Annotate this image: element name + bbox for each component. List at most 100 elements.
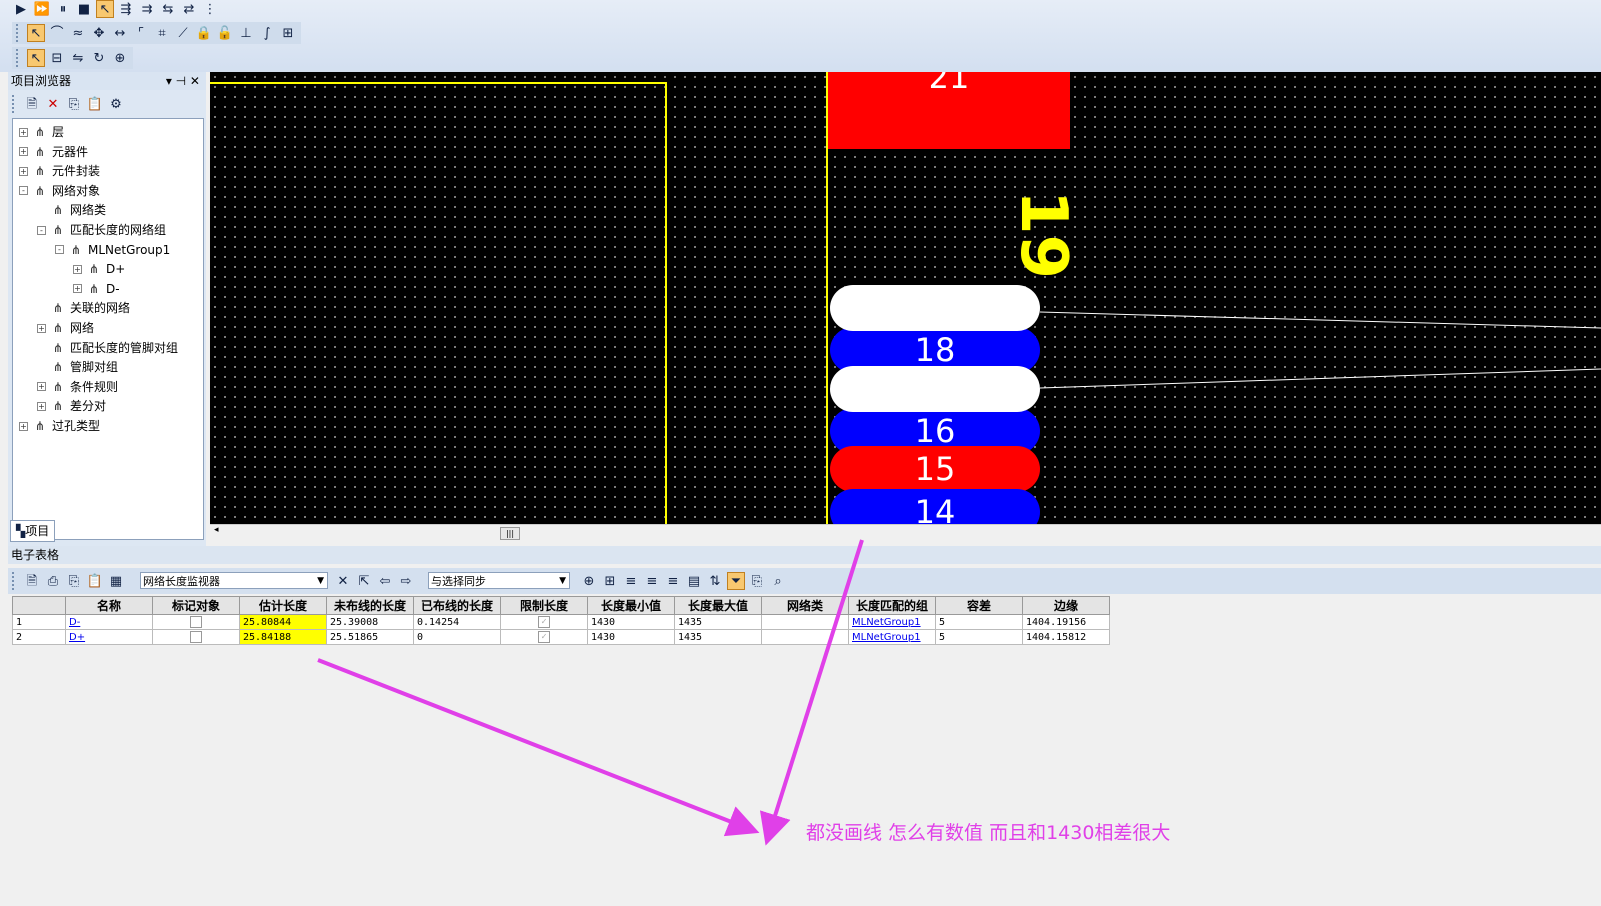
tree-item[interactable]: - ⋔ 匹配长度的网络组 xyxy=(37,221,166,239)
back-icon[interactable]: ⇦ xyxy=(376,572,394,590)
delete-icon[interactable]: ✕ xyxy=(44,95,62,113)
row-number[interactable]: 2 xyxy=(12,629,66,645)
tree-item[interactable]: + ⋔ D+ xyxy=(73,260,125,278)
column-header[interactable]: 限制长度 xyxy=(500,596,588,615)
box-select-icon[interactable]: ⌗ xyxy=(153,24,171,42)
tree-item[interactable]: + ⋔ 元器件 xyxy=(19,143,88,161)
mark-checkbox-cell[interactable] xyxy=(152,614,240,630)
tree-item[interactable]: ⋔ 管脚对组 xyxy=(37,358,118,376)
restrict-length-checkbox[interactable]: ✓ xyxy=(538,631,550,643)
sheet-paste-icon[interactable]: 📋 xyxy=(86,572,104,590)
max-length[interactable]: 1435 xyxy=(674,614,762,630)
tree-expander-icon[interactable]: + xyxy=(37,401,46,411)
routed-length[interactable]: 0.14254 xyxy=(413,614,501,630)
pointer-icon-2[interactable]: ↖ xyxy=(27,49,45,67)
align-left-icon[interactable]: ≡ xyxy=(622,572,640,590)
table-row[interactable]: 1 D- 25.80844 25.39008 0.14254 ✓ 1430 14… xyxy=(12,614,1110,630)
margin[interactable]: 1404.19156 xyxy=(1022,614,1110,630)
rotate-icon[interactable]: ↻ xyxy=(90,49,108,67)
pad-14[interactable]: 14 xyxy=(830,489,1040,524)
unrouted-length[interactable]: 25.51865 xyxy=(326,629,414,645)
align-center-icon[interactable]: ≡ xyxy=(643,572,661,590)
swap-icon[interactable]: ⇋ xyxy=(69,49,87,67)
route-icon[interactable]: ⇶ xyxy=(117,0,135,18)
restrict-length-cell[interactable]: ✓ xyxy=(500,614,588,630)
select-tool-icon[interactable]: ↖ xyxy=(96,0,114,18)
play-icon[interactable]: ▶ xyxy=(12,0,30,18)
column-header[interactable]: 网络类 xyxy=(761,596,849,615)
align-icon[interactable]: ⊞ xyxy=(279,24,297,42)
estimated-length[interactable]: 25.80844 xyxy=(239,614,327,630)
tree-expander-icon[interactable]: - xyxy=(37,225,46,235)
tree-item[interactable]: - ⋔ MLNetGroup1 xyxy=(55,241,170,259)
tolerance[interactable]: 5 xyxy=(935,614,1023,630)
stretch-icon[interactable]: ↔ xyxy=(111,24,129,42)
filter-icon[interactable]: ⏷ xyxy=(727,572,745,590)
tree-item[interactable]: + ⋔ D- xyxy=(73,280,120,298)
tree-expander-icon[interactable]: - xyxy=(55,245,64,255)
sheet-print-icon[interactable]: ⎙ xyxy=(44,572,62,590)
pad-15[interactable]: 15 xyxy=(830,446,1040,492)
pcb-canvas[interactable]: 21 19 18 16 15 14 xyxy=(210,72,1601,524)
forward-icon[interactable]: ⇨ xyxy=(397,572,415,590)
min-length[interactable]: 1430 xyxy=(587,629,675,645)
tree-item[interactable]: + ⋔ 元件封装 xyxy=(19,162,100,180)
tree-item[interactable]: ⋔ 关联的网络 xyxy=(37,299,130,317)
tree-expander-icon[interactable]: + xyxy=(73,284,82,294)
insert-icon[interactable]: ⊕ xyxy=(580,572,598,590)
clear-icon[interactable]: ✕ xyxy=(334,572,352,590)
column-header[interactable]: 已布线的长度 xyxy=(413,596,501,615)
mark-checkbox[interactable] xyxy=(190,616,202,628)
mark-checkbox[interactable] xyxy=(190,631,202,643)
tab-project[interactable]: ▚项目 xyxy=(10,520,56,542)
interactive-route-icon[interactable]: ⌒ xyxy=(48,24,66,42)
move-icon[interactable]: ✥ xyxy=(90,24,108,42)
view-select[interactable]: 网络长度监视器 ▼ xyxy=(140,572,328,589)
panel-controls-icon[interactable]: ▾ ⊣ ✕ xyxy=(166,72,200,90)
tree-expander-icon[interactable]: + xyxy=(37,382,46,392)
restrict-length-checkbox[interactable]: ✓ xyxy=(538,616,550,628)
max-length[interactable]: 1435 xyxy=(674,629,762,645)
group-icon[interactable]: ⊕ xyxy=(111,49,129,67)
column-header[interactable]: 名称 xyxy=(65,596,153,615)
sheet-copy-icon[interactable]: ⎘ xyxy=(65,572,83,590)
tree-item[interactable]: ⋔ 匹配长度的管脚对组 xyxy=(37,339,178,357)
column-header[interactable]: 长度最大值 xyxy=(674,596,762,615)
lock-icon[interactable]: 🔒 xyxy=(195,24,213,42)
row-number[interactable]: 1 xyxy=(12,614,66,630)
estimated-length[interactable]: 25.84188 xyxy=(239,629,327,645)
scroll-thumb[interactable]: ||| xyxy=(500,527,520,540)
tree-item[interactable]: + ⋔ 层 xyxy=(19,123,64,141)
column-header[interactable]: 容差 xyxy=(935,596,1023,615)
table-row[interactable]: 2 D+ 25.84188 25.51865 0 ✓ 1430 1435 MLN… xyxy=(12,629,1110,645)
properties-icon[interactable]: ⚙ xyxy=(107,95,125,113)
match-group-link[interactable]: MLNetGroup1 xyxy=(848,629,936,645)
column-header[interactable]: 估计长度 xyxy=(239,596,327,615)
tree-item[interactable]: + ⋔ 条件规则 xyxy=(37,378,118,396)
unrouted-length[interactable]: 25.39008 xyxy=(326,614,414,630)
horizontal-scrollbar[interactable]: ◂ ||| xyxy=(210,524,1601,541)
sheet-table-icon[interactable]: ⊞ xyxy=(601,572,619,590)
column-header[interactable]: 长度匹配的组 xyxy=(848,596,936,615)
routed-length[interactable]: 0 xyxy=(413,629,501,645)
paste-icon[interactable]: 📋 xyxy=(86,95,104,113)
stop-icon[interactable]: ■ xyxy=(75,0,93,18)
sheet-view-icon[interactable]: ▦ xyxy=(107,572,125,590)
export-icon[interactable]: ⇱ xyxy=(355,572,373,590)
push-route-icon[interactable]: ≈ xyxy=(69,24,87,42)
corner-icon[interactable]: ⌜ xyxy=(132,24,150,42)
route-tune-icon[interactable]: ⇄ xyxy=(180,0,198,18)
pad-selected-1[interactable] xyxy=(830,285,1040,331)
pause-icon[interactable]: ⏸ xyxy=(54,0,72,18)
unlock-icon[interactable]: 🔓 xyxy=(216,24,234,42)
route-multi-icon[interactable]: ⇉ xyxy=(138,0,156,18)
sort-icon[interactable]: ⇅ xyxy=(706,572,724,590)
restrict-length-cell[interactable]: ✓ xyxy=(500,629,588,645)
margin[interactable]: 1404.15812 xyxy=(1022,629,1110,645)
tree-expander-icon[interactable]: + xyxy=(19,166,28,176)
via-drop-icon[interactable]: ⊥ xyxy=(237,24,255,42)
column-header[interactable]: 标记对象 xyxy=(152,596,240,615)
tree-expander-icon[interactable]: + xyxy=(19,421,28,431)
column-header[interactable]: 未布线的长度 xyxy=(326,596,414,615)
pad-selected-2[interactable] xyxy=(830,366,1040,412)
